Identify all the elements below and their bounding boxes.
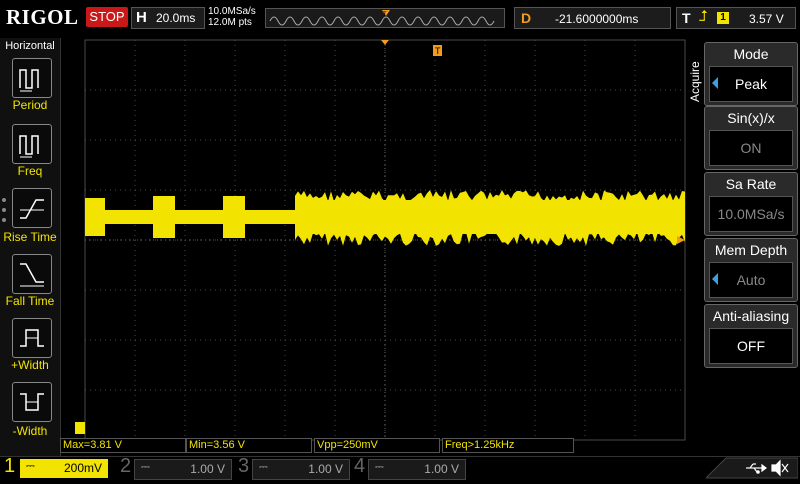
sample-rate-value: 10.0MSa/s bbox=[709, 196, 793, 232]
ch1-ground-marker-icon bbox=[75, 422, 85, 434]
ch4-number: 4 bbox=[354, 455, 366, 477]
ch3-scale: 1.00 V bbox=[308, 462, 343, 476]
ch1-scale: 200mV bbox=[63, 461, 102, 475]
measure-freq[interactable]: Freq>1.25kHz bbox=[442, 438, 574, 453]
mode-value: Peak bbox=[709, 66, 793, 102]
waveform-display[interactable]: T bbox=[75, 39, 686, 441]
arrow-left-icon bbox=[712, 273, 718, 285]
mem-depth-title: Mem Depth bbox=[714, 242, 788, 258]
scroll-dot bbox=[2, 218, 6, 222]
ch2-scale-box[interactable]: ⎓ 1.00 V bbox=[134, 459, 232, 480]
menu-section-label: Acquire bbox=[686, 42, 704, 130]
negative-width-label: -Width bbox=[12, 424, 48, 438]
waveform-core bbox=[295, 200, 685, 234]
trigger-channel: 1 bbox=[717, 12, 729, 24]
fall-time-label: Fall Time bbox=[5, 294, 55, 308]
freq-button[interactable] bbox=[12, 124, 52, 164]
dc-coupling-icon: ⎓ bbox=[141, 461, 150, 473]
scroll-dot bbox=[2, 208, 6, 212]
brand-logo: RIGOL bbox=[6, 5, 79, 29]
memory-points-readout: 12.0M pts bbox=[208, 17, 252, 28]
trigger-box[interactable]: T ⮥ 1 3.57 V bbox=[676, 7, 796, 29]
ch2-scale: 1.00 V bbox=[190, 462, 225, 476]
timebase-box[interactable]: H 20.0ms bbox=[131, 7, 205, 29]
mode-softkey[interactable]: Mode Peak bbox=[704, 42, 798, 106]
freq-label: Freq bbox=[17, 164, 43, 178]
positive-width-button[interactable] bbox=[12, 318, 52, 358]
anti-aliasing-title: Anti-aliasing bbox=[712, 308, 790, 324]
trigger-level: 3.57 V bbox=[749, 12, 784, 26]
acquisition-info: 10.0MSa/s 12.0M pts bbox=[208, 6, 256, 28]
ch2-number: 2 bbox=[120, 455, 132, 477]
dc-coupling-icon: ⎓ bbox=[259, 461, 268, 473]
waveform-segment bbox=[153, 196, 175, 238]
ch1-scale-box[interactable]: ⎓ 200mV bbox=[20, 459, 108, 478]
ch1-number: 1 bbox=[4, 455, 16, 477]
mem-depth-value: Auto bbox=[709, 262, 793, 298]
positive-width-label: +Width bbox=[11, 358, 49, 372]
delay-label: D bbox=[521, 10, 532, 26]
negative-width-button[interactable] bbox=[12, 382, 52, 422]
rise-time-icon bbox=[20, 199, 44, 219]
period-button[interactable] bbox=[12, 58, 52, 98]
sinx-title: Sin(x)/x bbox=[727, 110, 775, 126]
sample-rate-softkey[interactable]: Sa Rate 10.0MSa/s bbox=[704, 172, 798, 236]
ch4-scale-box[interactable]: ⎓ 1.00 V bbox=[368, 459, 466, 480]
negative-width-icon bbox=[20, 393, 44, 411]
period-icon bbox=[19, 69, 39, 92]
sample-rate-readout: 10.0MSa/s bbox=[208, 6, 256, 17]
system-status bbox=[704, 457, 799, 479]
mode-title: Mode bbox=[733, 46, 769, 62]
delay-box[interactable]: D -21.6000000ms bbox=[514, 7, 671, 29]
sample-rate-title: Sa Rate bbox=[725, 176, 777, 192]
scroll-dot bbox=[2, 198, 6, 202]
measure-vpp[interactable]: Vpp=250mV bbox=[314, 438, 440, 453]
timebase-label: H bbox=[136, 9, 147, 26]
mem-depth-softkey[interactable]: Mem Depth Auto bbox=[704, 238, 798, 302]
rise-time-label: Rise Time bbox=[3, 230, 57, 244]
fall-time-button[interactable] bbox=[12, 254, 52, 294]
delay-value: -21.6000000ms bbox=[555, 12, 639, 26]
dc-coupling-icon: ⎓ bbox=[26, 460, 35, 472]
acquire-title: Acquire bbox=[688, 61, 702, 102]
arrow-left-icon bbox=[712, 77, 718, 89]
waveform-segment bbox=[223, 196, 245, 238]
fall-time-icon bbox=[20, 263, 44, 287]
rise-time-button[interactable] bbox=[12, 188, 52, 228]
trigger-position-icon bbox=[381, 40, 389, 45]
memory-waveform-icon: T bbox=[269, 10, 495, 26]
positive-width-icon bbox=[20, 329, 44, 347]
ch3-scale-box[interactable]: ⎓ 1.00 V bbox=[252, 459, 350, 480]
timebase-value: 20.0ms bbox=[156, 11, 196, 25]
panel-title: Horizontal bbox=[5, 40, 55, 52]
anti-aliasing-softkey[interactable]: Anti-aliasing OFF bbox=[704, 304, 798, 368]
measure-max[interactable]: Max=3.81 V bbox=[60, 438, 186, 453]
run-stop-indicator[interactable]: STOP bbox=[86, 7, 128, 27]
sinx-softkey[interactable]: Sin(x)/x ON bbox=[704, 106, 798, 170]
anti-aliasing-value: OFF bbox=[709, 328, 793, 364]
ch3-number: 3 bbox=[238, 455, 250, 477]
memory-overview: T bbox=[265, 8, 505, 28]
frequency-icon bbox=[19, 135, 39, 158]
waveform-graticule: T bbox=[75, 39, 686, 441]
waveform-segment bbox=[105, 210, 153, 224]
sinx-value: ON bbox=[709, 130, 793, 166]
trigger-slope-icon: ⮥ bbox=[699, 8, 708, 25]
waveform-segment bbox=[175, 210, 223, 224]
dc-coupling-icon: ⎓ bbox=[375, 461, 384, 473]
waveform-segment bbox=[245, 210, 295, 224]
waveform-segment bbox=[85, 198, 105, 236]
measure-min[interactable]: Min=3.56 V bbox=[186, 438, 312, 453]
period-label: Period bbox=[12, 98, 48, 112]
ch4-scale: 1.00 V bbox=[424, 462, 459, 476]
trigger-label: T bbox=[682, 10, 691, 26]
trigger-time-marker-label: T bbox=[435, 46, 441, 56]
svg-text:T: T bbox=[383, 12, 387, 18]
